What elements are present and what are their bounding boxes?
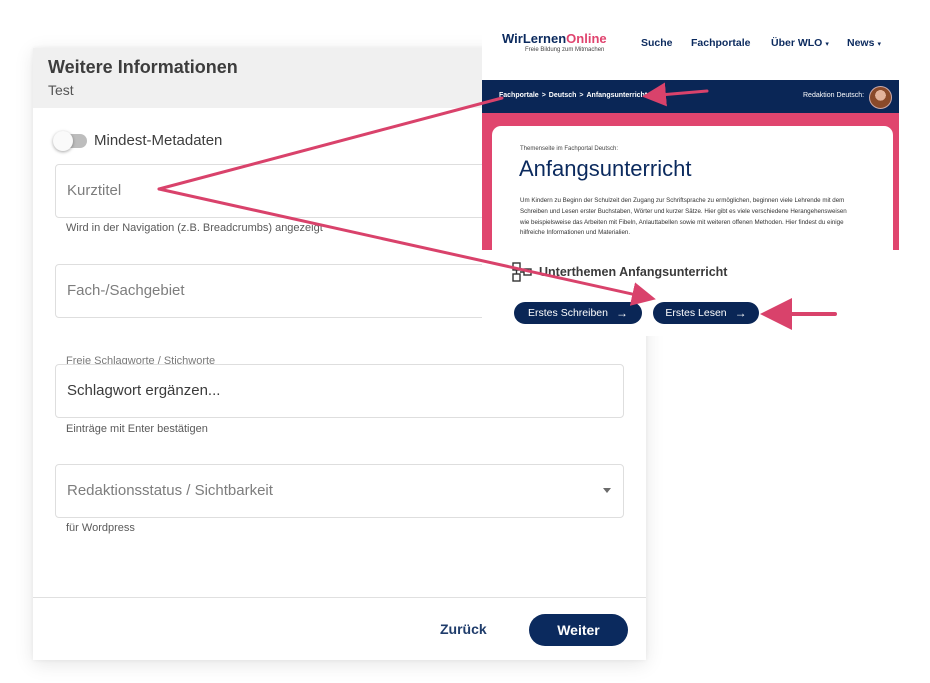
keywords-input-text: Schlagwort ergänzen... — [67, 382, 221, 399]
fach-placeholder: Fach-/Sachgebiet — [67, 282, 185, 299]
breadcrumb-item[interactable]: Fachportale — [499, 92, 539, 99]
nav-item-fachportale[interactable]: Fachportale — [691, 37, 751, 49]
nav-item-news[interactable]: News ▾ — [847, 37, 881, 49]
logo-text-part1: WirLernen — [502, 31, 567, 46]
arrow-right-icon: → — [615, 306, 628, 320]
chevron-down-icon: ▾ — [877, 41, 881, 48]
status-placeholder: Redaktionsstatus / Sichtbarkeit — [67, 482, 273, 499]
keywords-field[interactable]: Schlagwort ergänzen... — [55, 364, 624, 418]
nav-label-ueber-wlo: Über WLO — [771, 37, 823, 49]
redaktion-label: Redaktion Deutsch: — [803, 92, 865, 99]
subtopic-button-erstes-lesen[interactable]: Erstes Lesen → — [653, 302, 759, 324]
logo-text-part2: Online — [566, 31, 607, 46]
breadcrumb-item-current: Anfangsunterricht — [586, 92, 648, 99]
avatar[interactable] — [869, 86, 892, 109]
nav-item-ueber-wlo[interactable]: Über WLO ▾ — [771, 37, 829, 49]
breadcrumb: Fachportale > Deutsch > Anfangsunterricht — [499, 92, 647, 99]
logo-tagline: Freie Bildung zum Mitmachen — [525, 47, 605, 53]
breadcrumb-item[interactable]: Deutsch — [549, 92, 577, 99]
toggle-label: Mindest-Metadaten — [94, 132, 223, 149]
breadcrumb-separator-icon: > — [541, 92, 546, 99]
dropdown-caret-icon[interactable] — [603, 488, 611, 493]
topic-description: Um Kindern zu Beginn der Schulzeit den Z… — [520, 197, 847, 237]
back-button[interactable]: Zurück — [440, 621, 487, 637]
footer-divider — [33, 597, 646, 598]
website-preview: WirLernenOnline Freie Bildung zum Mitmac… — [482, 20, 899, 336]
nav-item-suche[interactable]: Suche — [641, 37, 673, 49]
status-hint: für Wordpress — [66, 522, 135, 534]
chevron-down-icon: ▾ — [825, 41, 829, 48]
kurztitel-hint: Wird in der Navigation (z.B. Breadcrumbs… — [66, 222, 323, 234]
wlo-logo[interactable]: WirLernenOnline — [502, 31, 607, 46]
toggle-knob[interactable] — [53, 131, 73, 151]
page-title: Anfangsunterricht — [519, 156, 692, 181]
minimal-metadata-toggle[interactable] — [53, 131, 87, 151]
nav-label-news: News — [847, 37, 875, 49]
pill-label: Erstes Schreiben — [528, 307, 608, 319]
kurztitel-placeholder: Kurztitel — [67, 182, 122, 199]
topic-kicker: Themenseite im Fachportal Deutsch: — [520, 146, 619, 152]
keywords-hint: Einträge mit Enter bestätigen — [66, 423, 208, 435]
arrow-right-icon: → — [734, 306, 747, 320]
sitemap-icon — [512, 262, 532, 282]
next-button[interactable]: Weiter — [529, 614, 628, 646]
dialog-subtitle: Test — [48, 82, 74, 98]
status-select[interactable]: Redaktionsstatus / Sichtbarkeit — [55, 464, 624, 518]
subtopics-title: Unterthemen Anfangsunterricht — [539, 265, 728, 279]
breadcrumb-separator-icon: > — [579, 92, 584, 99]
dialog-title: Weitere Informationen — [48, 57, 238, 77]
pill-label: Erstes Lesen — [665, 307, 727, 319]
subtopic-button-erstes-schreiben[interactable]: Erstes Schreiben → — [514, 302, 642, 324]
